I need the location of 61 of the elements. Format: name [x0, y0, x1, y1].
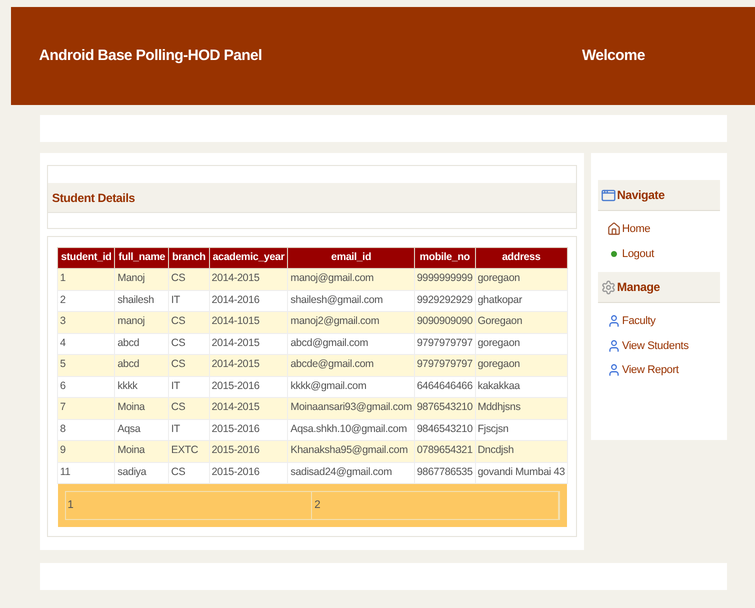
table-cell: Moina	[114, 398, 169, 419]
table-cell: abcd	[114, 354, 169, 376]
table-cell: Khanaksha95@gmail.com	[288, 440, 414, 462]
sidebar-link[interactable]: Faculty	[607, 313, 720, 330]
table-cell: Goregaon	[475, 312, 568, 333]
table-cell: CS	[168, 312, 210, 333]
page-link[interactable]: 2	[312, 492, 560, 518]
bullet-icon	[611, 250, 617, 257]
table-cell: Dncdjsh	[475, 440, 568, 462]
column-header: email_id	[288, 248, 414, 268]
table-cell: 1	[58, 268, 115, 290]
sidebar-link[interactable]: Logout	[607, 246, 720, 262]
table-cell: 7	[58, 398, 115, 419]
table-cell: Moina	[114, 440, 169, 462]
table-cell: 9876543210	[414, 398, 476, 419]
table-cell: Mddhjsns	[475, 398, 568, 419]
sidebar-link[interactable]: Home	[607, 221, 720, 238]
app-title: Android Base Polling-HOD Panel	[39, 46, 262, 66]
table-cell: CS	[168, 268, 210, 290]
table-cell: EXTC	[168, 440, 210, 462]
table-cell: 2014-2015	[209, 398, 288, 419]
person-icon	[607, 314, 621, 328]
table-cell: 2014-2015	[209, 268, 288, 290]
table-cell: manoj	[114, 312, 169, 333]
table-cell: 9090909090	[414, 312, 476, 333]
table-cell: CS	[168, 398, 210, 419]
window-icon	[601, 188, 616, 202]
gear-icon	[601, 280, 616, 294]
table-cell: manoj@gmail.com	[288, 268, 414, 290]
table-cell: goregaon	[475, 354, 568, 376]
table-cell: Moinaansari93@gmail.com	[288, 398, 414, 419]
table-cell: goregaon	[475, 268, 568, 290]
sidebar-heading: Manage	[617, 279, 660, 296]
table-cell: 5	[58, 354, 115, 376]
table-cell: 9797979797	[414, 354, 476, 376]
sidebar-link[interactable]: View Report	[607, 362, 720, 378]
table-cell: 0789654321	[414, 440, 476, 462]
column-header: academic_year	[209, 248, 288, 268]
table-cell: 3	[58, 312, 115, 333]
table-cell: abcde@gmail.com	[288, 354, 414, 376]
sidebar-heading: Navigate	[617, 187, 665, 204]
column-header: mobile_no	[414, 248, 476, 268]
table-cell: manoj2@gmail.com	[288, 312, 414, 333]
table-cell: 9999999999	[414, 268, 476, 290]
person-icon	[607, 338, 621, 353]
table-cell: CS	[168, 354, 210, 376]
table-cell: 9	[58, 440, 115, 462]
table-cell: 2015-2016	[209, 440, 288, 462]
welcome-text: Welcome	[582, 46, 645, 66]
section-title: Student Details	[52, 190, 135, 206]
column-header: address	[475, 248, 568, 268]
column-header: full_name	[114, 248, 169, 268]
page-link[interactable]: 1	[66, 492, 312, 518]
column-header: branch	[168, 248, 210, 268]
table-cell: Manoj	[114, 268, 169, 290]
person-icon	[607, 363, 621, 378]
column-header: student_id	[58, 248, 115, 268]
table-cell: 2014-1015	[209, 312, 288, 333]
house-icon	[607, 222, 621, 236]
sidebar-link[interactable]: View Students	[607, 338, 720, 354]
table-cell: 2014-2015	[209, 354, 288, 376]
